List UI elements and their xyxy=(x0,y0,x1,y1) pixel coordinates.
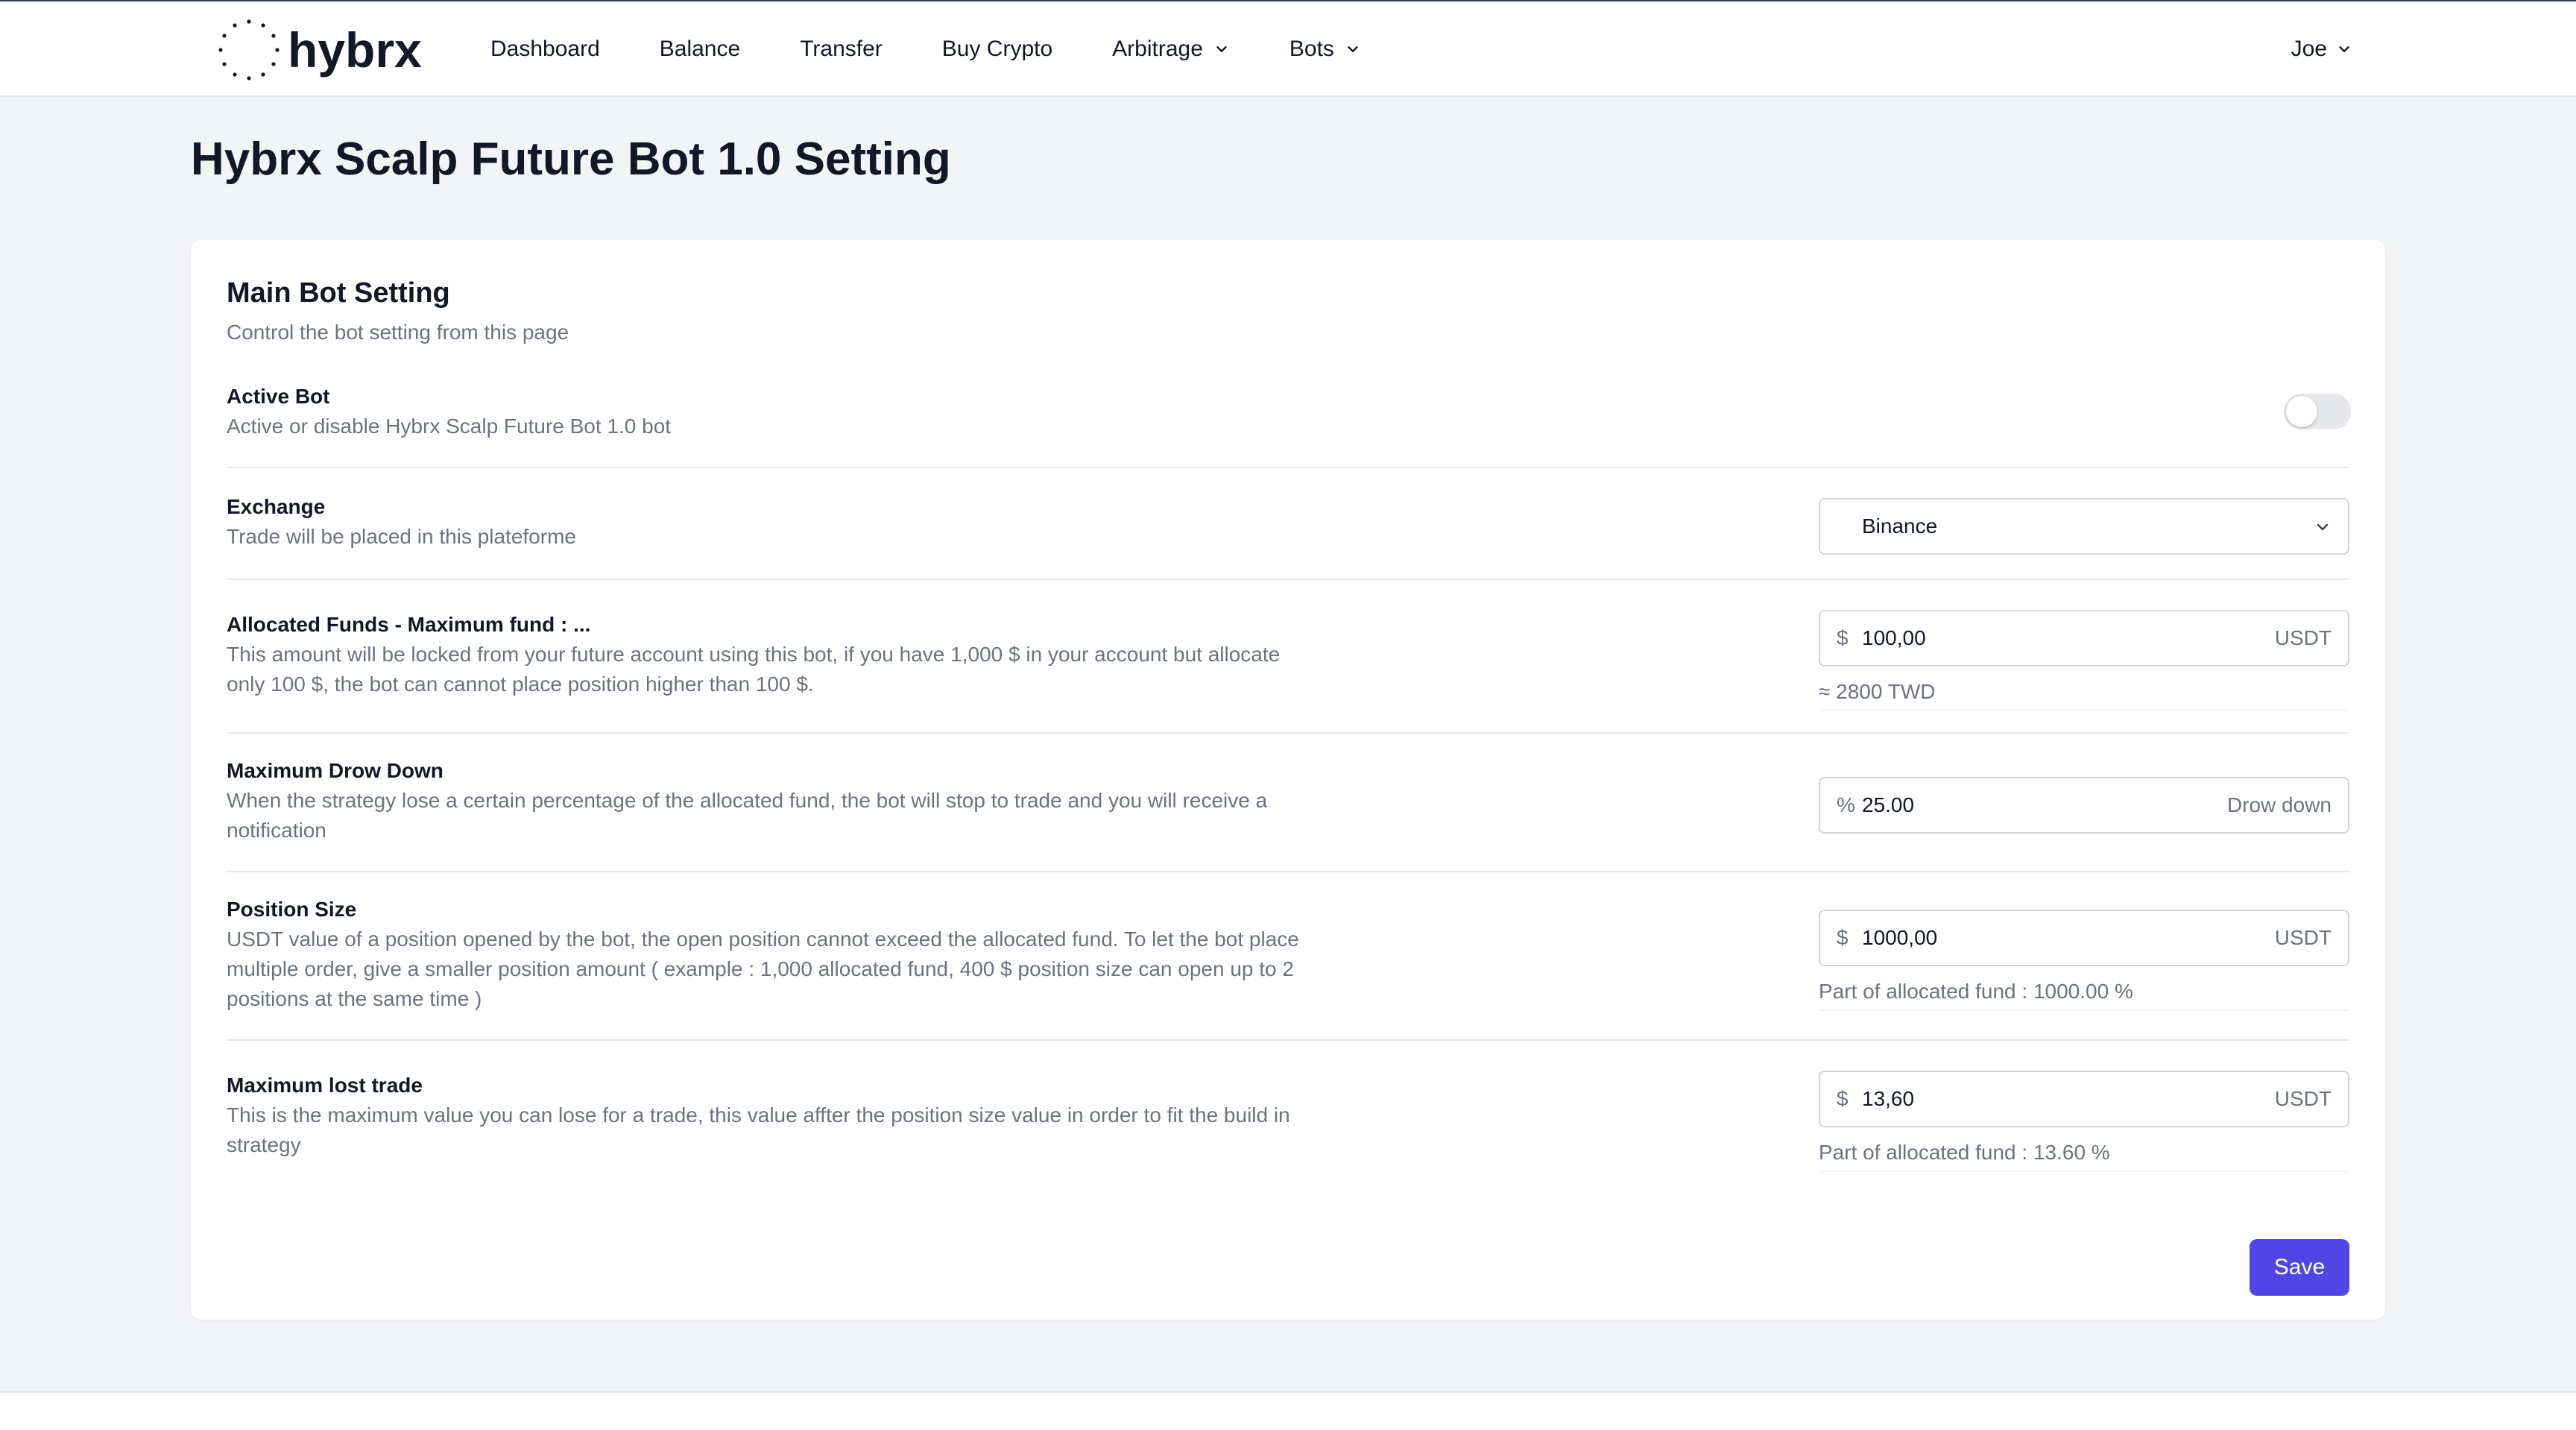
dollar-prefix: $ xyxy=(1837,1087,1849,1110)
settings-card: Main Bot Setting Control the bot setting… xyxy=(191,240,2385,1320)
chevron-down-icon xyxy=(1348,46,1358,52)
chevron-down-icon xyxy=(2317,523,2329,531)
exchange-select[interactable]: Binance xyxy=(1819,498,2349,555)
dollar-prefix: $ xyxy=(1837,626,1849,649)
nav-bots[interactable]: Bots xyxy=(1289,37,1361,62)
position-size-input-group: $ USDT xyxy=(1819,910,2349,966)
nav-bots-label: Bots xyxy=(1289,37,1334,61)
dollar-prefix: $ xyxy=(1837,926,1849,949)
position-size-input[interactable] xyxy=(1862,911,2175,965)
nav-balance[interactable]: Balance xyxy=(660,37,740,62)
drawdown-suffix: Drow down xyxy=(2226,793,2332,816)
exchange-label: Exchange xyxy=(227,495,326,518)
logo-text: hybrx xyxy=(288,22,422,78)
nav-arbitrage[interactable]: Arbitrage xyxy=(1112,37,1230,62)
user-name: Joe xyxy=(2291,37,2327,61)
nav-buy-crypto-label: Buy Crypto xyxy=(941,37,1053,61)
allocated-funds-conversion: ≈ 2800 TWD xyxy=(1819,680,2349,711)
max-drawdown-label: Maximum Drow Down xyxy=(227,759,443,782)
nav-buy-crypto[interactable]: Buy Crypto xyxy=(942,37,1052,62)
nav-transfer-label: Transfer xyxy=(800,37,883,61)
usdt-suffix: USDT xyxy=(2274,1087,2332,1110)
nav-arbitrage-label: Arbitrage xyxy=(1112,37,1203,61)
max-lost-trade-desc: This is the maximum value you can lose f… xyxy=(227,1103,1290,1156)
save-button[interactable]: Save xyxy=(2250,1239,2349,1296)
nav-transfer[interactable]: Transfer xyxy=(800,37,883,62)
allocated-funds-label: Allocated Funds - Maximum fund : ... xyxy=(227,613,591,636)
max-drawdown-desc: When the strategy lose a certain percent… xyxy=(227,789,1268,842)
user-menu[interactable]: Joe xyxy=(2291,1,2352,97)
toggle-knob xyxy=(2286,396,2317,427)
logo[interactable]: hybrx xyxy=(216,16,422,84)
active-bot-label: Active Bot xyxy=(227,385,330,408)
allocated-funds-desc: This amount will be locked from your fut… xyxy=(227,643,1281,696)
divider xyxy=(227,579,2349,580)
main-nav: Dashboard Balance Transfer Buy Crypto Ar… xyxy=(490,1,1421,97)
usdt-suffix: USDT xyxy=(2274,626,2332,649)
exchange-desc: Trade will be placed in this plateforme xyxy=(227,525,576,548)
logo-dotted-circle-icon xyxy=(218,19,280,81)
exchange-selected-value: Binance xyxy=(1862,514,1938,538)
card-title: Main Bot Setting xyxy=(227,277,450,309)
allocated-funds-input[interactable] xyxy=(1862,611,2175,665)
max-drawdown-input-group: % Drow down xyxy=(1819,777,2349,834)
max-lost-trade-label: Maximum lost trade xyxy=(227,1074,423,1097)
divider xyxy=(227,732,2349,734)
footer xyxy=(0,1391,2576,1430)
nav-dashboard-label: Dashboard xyxy=(490,37,600,61)
chevron-down-icon xyxy=(2339,46,2349,52)
divider xyxy=(227,467,2349,468)
active-bot-toggle[interactable] xyxy=(2284,394,2351,429)
card-subtitle: Control the bot setting from this page xyxy=(227,321,569,344)
divider xyxy=(227,871,2349,872)
page-title: Hybrx Scalp Future Bot 1.0 Setting xyxy=(191,133,951,185)
allocated-funds-input-group: $ USDT xyxy=(1819,610,2349,667)
max-drawdown-input[interactable] xyxy=(1862,778,2175,832)
chevron-down-icon xyxy=(1216,46,1227,52)
max-lost-trade-percent-info: Part of allocated fund : 13.60 % xyxy=(1819,1141,2349,1172)
max-lost-trade-input-group: $ USDT xyxy=(1819,1071,2349,1127)
position-size-label: Position Size xyxy=(227,898,357,921)
position-size-percent-info: Part of allocated fund : 1000.00 % xyxy=(1819,980,2349,1011)
divider xyxy=(227,1039,2349,1041)
position-size-desc: USDT value of a position opened by the b… xyxy=(227,927,1299,1010)
usdt-suffix: USDT xyxy=(2274,926,2332,949)
max-lost-trade-input[interactable] xyxy=(1862,1072,2175,1126)
nav-dashboard[interactable]: Dashboard xyxy=(490,37,600,62)
active-bot-desc: Active or disable Hybrx Scalp Future Bot… xyxy=(227,415,672,438)
percent-prefix: % xyxy=(1837,793,1855,816)
navbar: hybrx Dashboard Balance Transfer Buy Cry… xyxy=(0,1,2576,97)
nav-balance-label: Balance xyxy=(659,37,741,61)
